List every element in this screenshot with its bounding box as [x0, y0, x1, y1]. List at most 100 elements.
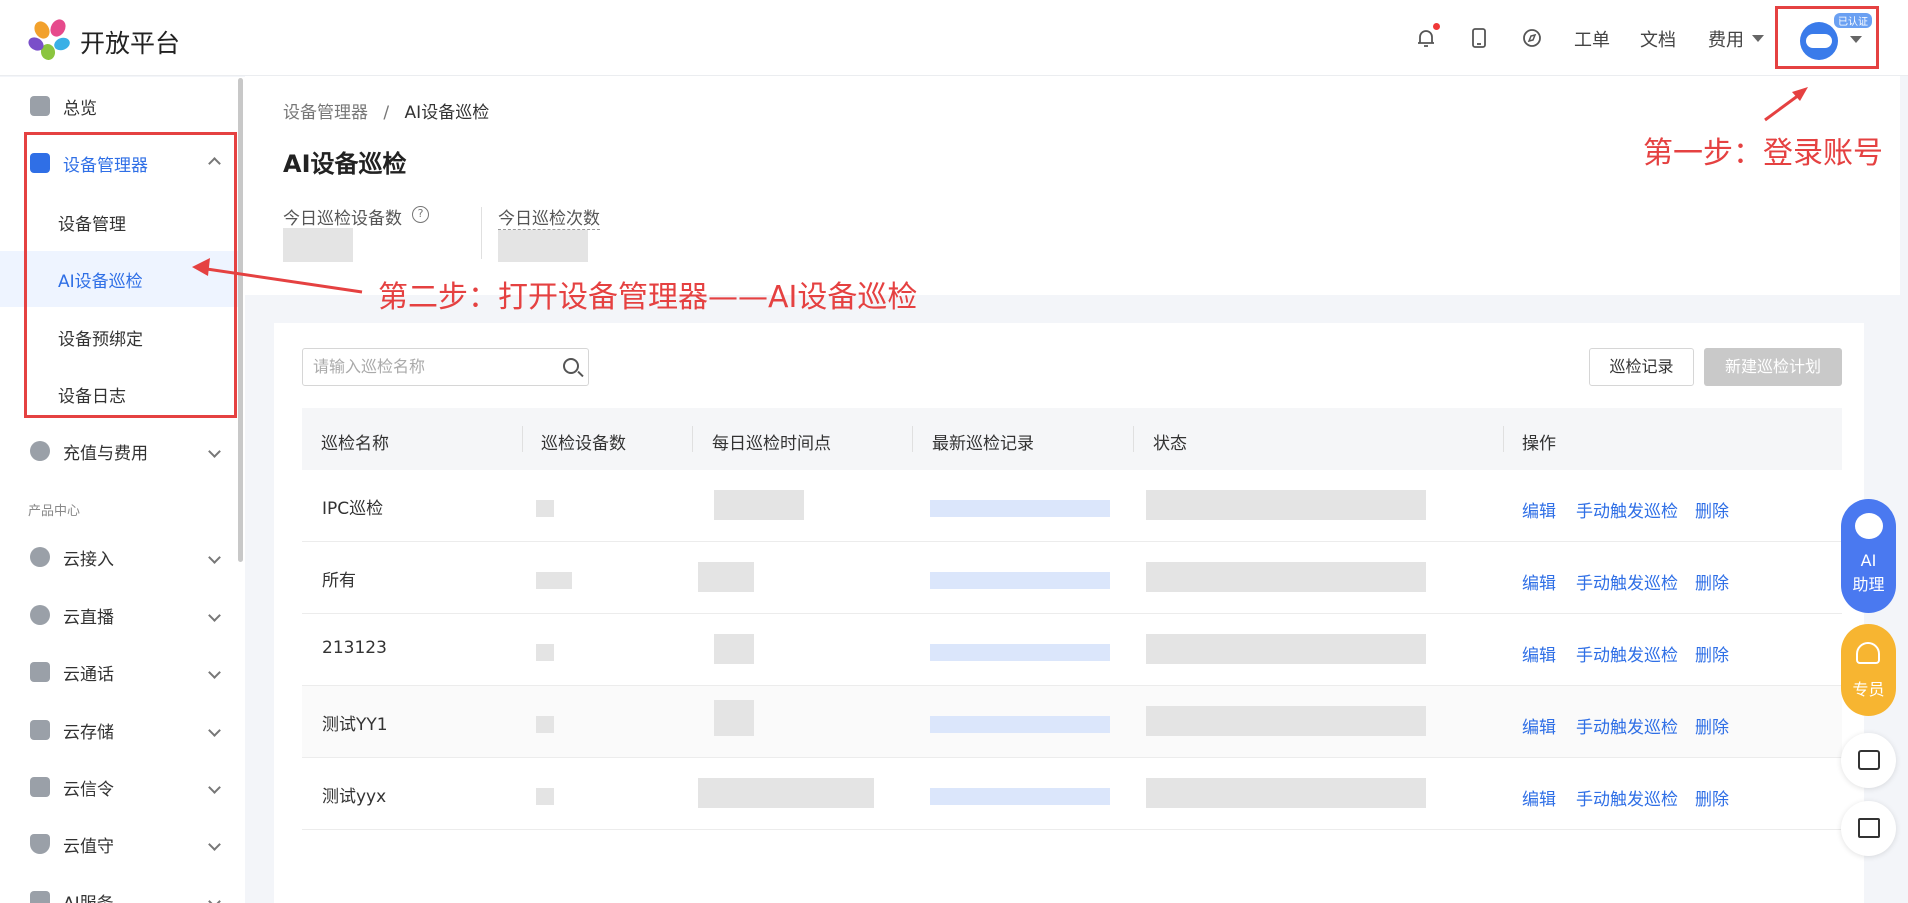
billing-caret-icon[interactable] — [1752, 35, 1764, 42]
sidebar-item-label: 云存储 — [63, 722, 114, 743]
sidebar-item-overview[interactable]: 总览 — [0, 79, 238, 133]
redacted-cell — [930, 500, 1110, 517]
sidebar-item-cloud-access[interactable]: 云接入 — [0, 530, 238, 584]
delete-link[interactable]: 删除 — [1695, 785, 1729, 810]
chevron-down-icon — [208, 723, 221, 737]
chevron-down-icon — [208, 608, 221, 622]
trigger-inspection-link[interactable]: 手动触发巡检 — [1576, 785, 1678, 810]
edit-link[interactable]: 编辑 — [1522, 497, 1556, 522]
redacted-cell — [714, 700, 754, 736]
breadcrumb-parent[interactable]: 设备管理器 — [283, 103, 368, 123]
search-input[interactable] — [313, 357, 553, 376]
inspection-name: IPC巡检 — [322, 499, 384, 519]
column-divider — [912, 426, 913, 452]
redacted-cell — [536, 716, 554, 733]
sidebar-item-cloud-live[interactable]: 云直播 — [0, 588, 238, 642]
notification-dot — [1433, 23, 1440, 30]
new-plan-button[interactable]: 新建巡检计划 — [1704, 348, 1842, 386]
sidebar-item-label: 云接入 — [63, 549, 114, 570]
home-icon — [30, 96, 50, 116]
sidebar-item-label: 云通话 — [63, 664, 114, 685]
column-divider — [692, 426, 693, 452]
column-header: 巡检设备数 — [541, 434, 626, 454]
breadcrumb: 设备管理器 / AI设备巡检 — [283, 98, 489, 123]
redacted-cell — [698, 562, 754, 592]
delete-link[interactable]: 删除 — [1695, 569, 1729, 594]
tickets-link[interactable]: 工单 — [1574, 26, 1610, 52]
trigger-inspection-link[interactable]: 手动触发巡检 — [1576, 497, 1678, 522]
delete-link[interactable]: 删除 — [1695, 713, 1729, 738]
sidebar-item-ai-service[interactable]: AI服务 — [0, 874, 238, 903]
sidebar-item-cloud-signal[interactable]: 云信令 — [0, 760, 238, 814]
sidebar-item-label: 充值与费用 — [63, 443, 148, 464]
column-divider — [1503, 426, 1504, 452]
ai-assistant-button[interactable]: AI 助理 — [1841, 499, 1896, 613]
robot-icon — [1855, 513, 1883, 539]
cloud-icon — [30, 605, 50, 625]
shield-icon — [30, 834, 50, 854]
dedicated-support-label: 专员 — [1852, 680, 1885, 699]
inspection-name: 测试yyx — [322, 787, 387, 807]
storage-icon — [30, 720, 50, 740]
yen-icon — [30, 441, 50, 461]
delete-link[interactable]: 删除 — [1695, 497, 1729, 522]
edit-link[interactable]: 编辑 — [1522, 785, 1556, 810]
delete-link[interactable]: 删除 — [1695, 641, 1729, 666]
gift-button[interactable] — [1841, 733, 1896, 788]
redacted-cell — [930, 572, 1110, 589]
compass-icon[interactable] — [1520, 26, 1544, 50]
edit-link[interactable]: 编辑 — [1522, 641, 1556, 666]
stat-divider — [481, 207, 482, 259]
annotation-step2: 第二步：打开设备管理器——AI设备巡检 — [378, 280, 918, 315]
chevron-down-icon — [208, 780, 221, 794]
tablet-icon[interactable] — [1467, 26, 1491, 50]
table-row: IPC巡检 编辑 手动触发巡检 删除 — [302, 470, 1842, 542]
edit-link[interactable]: 编辑 — [1522, 569, 1556, 594]
sidebar-item-recharge[interactable]: 充值与费用 — [0, 424, 238, 478]
search-field[interactable] — [302, 348, 589, 386]
sidebar-scrollbar[interactable] — [238, 78, 243, 562]
logo-icon[interactable] — [28, 18, 72, 62]
phone-icon — [30, 662, 50, 682]
docs-link[interactable]: 文档 — [1640, 26, 1676, 52]
table-header: 巡检名称 巡检设备数 每日巡检时间点 最新巡检记录 状态 操作 — [302, 408, 1842, 470]
column-header: 巡检名称 — [321, 434, 389, 454]
sidebar-item-cloud-storage[interactable]: 云存储 — [0, 703, 238, 757]
chevron-down-icon — [208, 444, 221, 458]
redacted-cell — [698, 778, 874, 808]
inspection-records-button[interactable]: 巡检记录 — [1589, 348, 1694, 386]
sidebar-item-cloud-guard[interactable]: 云值守 — [0, 817, 238, 871]
redacted-cell — [714, 490, 804, 520]
trigger-inspection-link[interactable]: 手动触发巡检 — [1576, 569, 1678, 594]
section-title: 产品中心 — [28, 504, 81, 519]
trigger-inspection-link[interactable]: 手动触发巡检 — [1576, 713, 1678, 738]
table-row: 测试yyx 编辑 手动触发巡检 删除 — [302, 758, 1842, 830]
platform-title[interactable]: 开放平台 — [80, 24, 180, 60]
edit-link[interactable]: 编辑 — [1522, 713, 1556, 738]
column-header: 状态 — [1153, 434, 1187, 454]
verified-badge: 已认证 — [1834, 13, 1872, 28]
note-icon — [1858, 818, 1880, 838]
chevron-down-icon — [208, 894, 221, 903]
trigger-inspection-link[interactable]: 手动触发巡检 — [1576, 641, 1678, 666]
table-row: 所有 编辑 手动触发巡检 删除 — [302, 542, 1842, 614]
search-icon[interactable] — [563, 358, 579, 374]
redacted-cell — [1146, 490, 1426, 520]
redacted-cell — [536, 788, 554, 805]
column-divider — [522, 426, 523, 452]
account-menu[interactable]: 已认证 — [1775, 6, 1879, 69]
inspection-name: 213123 — [322, 638, 387, 658]
column-header: 最新巡检记录 — [932, 434, 1034, 454]
avatar-face-icon — [1806, 34, 1832, 48]
help-icon[interactable]: ? — [412, 206, 429, 223]
breadcrumb-current: AI设备巡检 — [404, 103, 490, 123]
page-title: AI设备巡检 — [283, 150, 407, 178]
redacted-cell — [930, 644, 1110, 661]
account-caret-icon[interactable] — [1850, 36, 1862, 43]
sidebar-item-cloud-call[interactable]: 云通话 — [0, 645, 238, 699]
feedback-button[interactable] — [1841, 801, 1896, 856]
billing-link[interactable]: 费用 — [1708, 26, 1744, 52]
stat-devices-label: 今日巡检设备数 — [283, 209, 402, 229]
dedicated-support-button[interactable]: 专员 — [1841, 624, 1896, 716]
avatar[interactable] — [1800, 22, 1838, 60]
